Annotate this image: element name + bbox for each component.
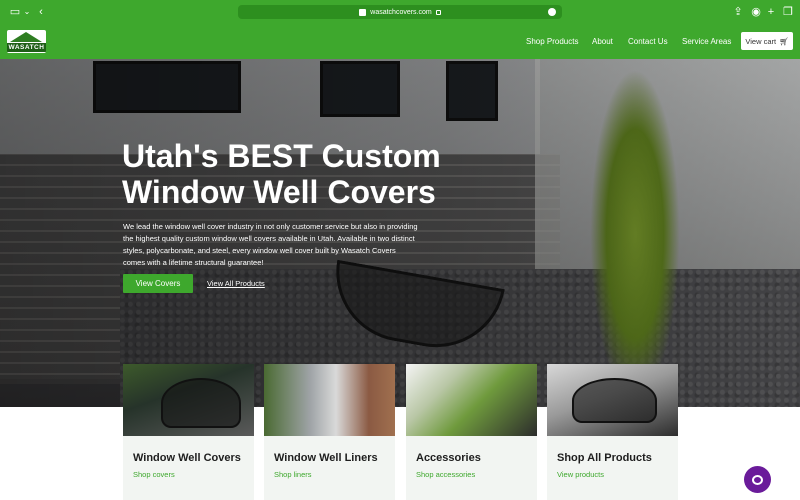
address-bar[interactable]: wasatchcovers.com [238,5,562,19]
lock-icon [435,9,441,15]
cover-image-shape [572,378,657,423]
nav-service-areas[interactable]: Service Areas [682,37,731,46]
logo-text: WASATCH [7,43,46,52]
card-link[interactable]: Shop liners [274,470,312,479]
card-link[interactable]: Shop accessories [416,470,475,479]
new-tab-icon[interactable]: + [764,5,778,19]
address-url: wasatchcovers.com [370,8,432,16]
share-icon[interactable]: ⇪ [731,5,745,19]
page-menu-icon[interactable] [548,8,556,16]
wasatch-logo[interactable]: WASATCH [7,30,46,53]
site-favicon-icon [359,8,367,16]
card-image[interactable] [547,364,678,436]
hero-description: We lead the window well cover industry i… [123,222,418,267]
view-all-products-link[interactable]: View All Products [207,279,265,288]
chat-button[interactable] [744,466,771,493]
back-icon[interactable]: ‹ [34,5,48,19]
card-title: Window Well Covers [133,452,241,464]
card-image[interactable] [123,364,254,436]
cart-icon: 🛒︎ [779,36,789,46]
nav-about[interactable]: About [592,37,613,46]
cover-image-shape [161,378,241,428]
chat-icon [752,474,763,485]
category-card-liners[interactable]: Window Well Liners Shop liners [264,364,395,500]
hero-section: Utah's BEST Custom Window Well Covers We… [0,59,800,407]
view-cart-button[interactable]: View cart 🛒︎ [741,32,793,50]
card-image[interactable] [264,364,395,436]
card-link[interactable]: Shop covers [133,470,175,479]
chevron-down-icon[interactable]: ⌄ [20,5,34,19]
nav-shop-products[interactable]: Shop Products [526,37,578,46]
hero-title: Utah's BEST Custom Window Well Covers [122,138,441,210]
category-card-covers[interactable]: Window Well Covers Shop covers [123,364,254,500]
card-title: Window Well Liners [274,452,378,464]
browser-toolbar: ▭ ⌄ ‹ wasatchcovers.com ⇪ ◉ + ❐ [0,0,800,24]
card-image[interactable] [406,364,537,436]
cart-label: View cart [745,36,777,46]
tabs-icon[interactable]: ❐ [781,5,795,19]
nav-contact-us[interactable]: Contact Us [628,37,668,46]
category-card-all-products[interactable]: Shop All Products View products [547,364,678,500]
mountain-icon [10,32,42,42]
card-link[interactable]: View products [557,470,604,479]
category-card-accessories[interactable]: Accessories Shop accessories [406,364,537,500]
extension-icon[interactable]: ◉ [749,5,763,19]
card-title: Accessories [416,452,481,464]
site-header: WASATCH Shop Products About Contact Us S… [0,24,800,59]
view-covers-button[interactable]: View Covers [123,274,193,293]
card-title: Shop All Products [557,452,652,464]
